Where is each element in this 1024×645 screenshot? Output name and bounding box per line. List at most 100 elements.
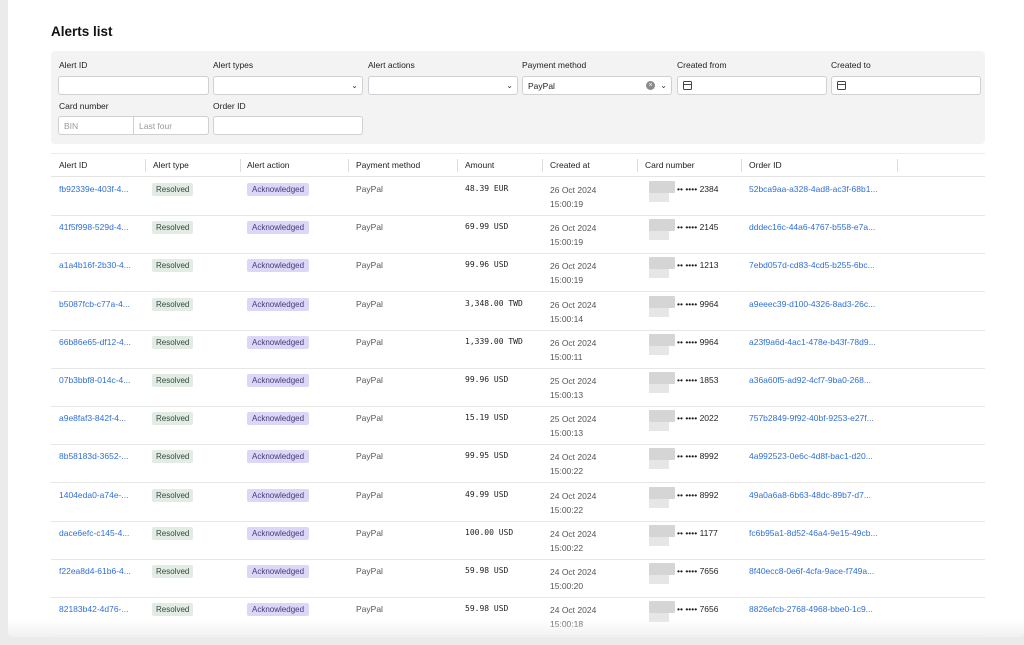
created-from-label: Created from <box>677 60 727 70</box>
alert-type-badge: Resolved <box>152 565 194 578</box>
table-row[interactable]: 1404eda0-a74e-... Resolved Acknowledged Pay… <box>51 484 985 522</box>
alert-id-link[interactable]: a9e8faf3-842f-4... <box>59 413 126 423</box>
payment-method-select[interactable]: PayPal × ⌄ <box>522 76 672 95</box>
column-header[interactable]: Alert ID <box>59 160 87 170</box>
card-brand-redacted <box>649 193 669 202</box>
alert-id-link[interactable]: 1404eda0-a74e-... <box>59 490 128 500</box>
created-date: 24 Oct 2024 <box>550 452 597 463</box>
table-row[interactable]: f22ea8d4-61b6-4... Resolved Acknowledged Pa… <box>51 560 985 598</box>
column-divider[interactable] <box>145 159 146 172</box>
column-divider[interactable] <box>637 159 638 172</box>
created-date: 24 Oct 2024 <box>550 605 597 616</box>
order-id-link[interactable]: 757b2849-9f92-40bf-9253-e27f... <box>749 413 874 423</box>
alert-action-badge: Acknowledged <box>247 488 310 502</box>
alert-actions-select[interactable]: ⌄ <box>368 76 518 95</box>
column-divider[interactable] <box>240 159 241 172</box>
table-row[interactable]: 8b58183d-3652-... Resolved Acknowledged Pay… <box>51 445 985 484</box>
bin-input[interactable]: BIN <box>58 116 134 135</box>
alert-id-link[interactable]: 41f5f998-529d-4... <box>59 222 128 232</box>
payment-method-cell: PayPal <box>356 489 383 500</box>
alert-id-link[interactable]: f22ea8d4-61b6-4... <box>59 566 131 576</box>
column-header[interactable]: Created at <box>550 160 590 170</box>
payment-method-cell: PayPal <box>356 298 383 309</box>
table-row[interactable]: fb92339e-403f-4... Resolved Acknowledged Pa… <box>51 178 985 216</box>
alert-id-link[interactable]: b5087fcb-c77a-4... <box>59 299 130 309</box>
alert-id-link[interactable]: 07b3bbf8-014c-4... <box>59 375 130 385</box>
alert-type-badge: Resolved <box>152 259 194 273</box>
alert-id-link[interactable]: 8b58183d-3652-... <box>59 451 128 461</box>
alert-id-link[interactable]: fb92339e-403f-4... <box>59 184 128 194</box>
card-number-cell: •• •••• 2022 <box>677 413 719 424</box>
alert-id-link[interactable]: a1a4b16f-2b30-4... <box>59 260 131 270</box>
payment-method-cell: PayPal <box>356 413 383 424</box>
order-id-link[interactable]: 49a0a6a8-6b63-48dc-89b7-d7... <box>749 490 871 500</box>
card-number-cell: •• •••• 8992 <box>677 451 719 462</box>
order-id-input[interactable] <box>213 116 363 135</box>
amount-cell: 99.96 USD <box>465 260 509 270</box>
table-row[interactable]: 41f5f998-529d-4... Resolved Acknowledged Pa… <box>51 216 985 255</box>
table-row[interactable]: dace6efc-c145-4... Resolved Acknowledged Pa… <box>51 522 985 560</box>
alert-id-link[interactable]: 66b86e65-df12-4... <box>59 337 131 347</box>
alert-id-link[interactable]: 82183b42-4d76-... <box>59 604 128 614</box>
column-header[interactable]: Alert type <box>153 160 189 170</box>
table-row[interactable]: 66b86e65-df12-4... Resolved Acknowledged Pa… <box>51 331 985 369</box>
column-header[interactable]: Payment method <box>356 160 420 170</box>
created-date: 24 Oct 2024 <box>550 528 597 539</box>
created-at-cell: 26 Oct 2024 15:00:19 <box>550 221 596 249</box>
amount-cell: 48.39 EUR <box>465 184 509 193</box>
table-row[interactable]: a9e8faf3-842f-4... Resolved Acknowledged Pa… <box>51 407 985 446</box>
column-header[interactable]: Order ID <box>749 160 782 170</box>
payment-method-cell: PayPal <box>356 527 383 538</box>
bin-placeholder: BIN <box>64 120 79 131</box>
column-header[interactable]: Amount <box>465 160 494 170</box>
payment-method-cell: PayPal <box>356 451 383 462</box>
order-id-link[interactable]: fc6b95a1-8d52-46a4-9e15-49cb... <box>749 528 878 538</box>
order-id-link[interactable]: 4a992523-0e6c-4d8f-bac1-d20... <box>749 451 873 461</box>
alert-id-input[interactable] <box>58 76 209 95</box>
order-id-link[interactable]: a23f9a6d-4ac1-478e-b43f-78d9... <box>749 337 876 347</box>
card-number-cell: •• •••• 7656 <box>677 604 719 615</box>
column-divider[interactable] <box>897 159 898 172</box>
column-divider[interactable] <box>348 159 349 172</box>
alert-types-select[interactable]: ⌄ <box>213 76 363 95</box>
column-divider[interactable] <box>542 159 543 172</box>
card-number-cell: •• •••• 9964 <box>677 298 719 309</box>
order-id-link[interactable]: 8f40ecc8-0e6f-4cfa-9ace-f749a... <box>749 566 874 576</box>
created-to-date-input[interactable] <box>831 76 981 95</box>
last-four-input[interactable]: Last four <box>133 116 209 135</box>
card-brand-redacted <box>649 422 669 432</box>
table-header: Alert ID Alert type Alert action Payment… <box>51 153 985 177</box>
order-id-link[interactable]: dddec16c-44a6-4767-b558-e7a... <box>749 222 875 232</box>
table-row[interactable]: b5087fcb-c77a-4... Resolved Acknowledged Pa… <box>51 293 985 331</box>
calendar-icon <box>837 81 846 90</box>
order-id-link[interactable]: a36a60f5-ad92-4cf7-9ba0-268... <box>749 375 871 385</box>
alert-id-link[interactable]: dace6efc-c145-4... <box>59 528 129 538</box>
order-id-link[interactable]: 8826efcb-2768-4968-bbe0-1c9... <box>749 604 873 614</box>
card-brand-redacted <box>649 219 675 232</box>
column-divider[interactable] <box>741 159 742 172</box>
table-row[interactable]: 07b3bbf8-014c-4... Resolved Acknowledged Pa… <box>51 369 985 407</box>
card-brand-redacted <box>649 536 669 546</box>
amount-cell: 15.19 USD <box>465 413 509 423</box>
order-id-link[interactable]: 7ebd057d-cd83-4cd5-b255-6bc... <box>749 260 875 270</box>
scroll-fade <box>8 619 1024 637</box>
card-brand-redacted <box>649 307 669 317</box>
column-divider[interactable] <box>457 159 458 172</box>
chevron-down-icon: ⌄ <box>660 81 667 90</box>
created-date: 26 Oct 2024 <box>550 299 597 310</box>
card-number-cell: •• •••• 1213 <box>677 260 719 271</box>
created-from-date-input[interactable] <box>677 76 827 95</box>
alert-type-badge: Resolved <box>152 488 194 502</box>
order-id-link[interactable]: a9eeec39-d100-4326-8ad3-26c... <box>749 299 875 309</box>
card-number-cell: •• •••• 7656 <box>677 566 719 576</box>
alert-action-badge: Acknowledged <box>247 221 310 235</box>
clear-icon[interactable]: × <box>646 81 655 90</box>
alert-type-badge: Resolved <box>152 603 194 617</box>
column-header[interactable]: Card number <box>645 160 695 170</box>
column-header[interactable]: Alert action <box>247 160 290 170</box>
table-row[interactable]: a1a4b16f-2b30-4... Resolved Acknowledged Pa… <box>51 254 985 293</box>
alerts-page: Alerts list Alert ID Alert types ⌄ Alert… <box>8 0 1024 637</box>
created-time: 15:00:22 <box>550 466 584 477</box>
last-four-placeholder: Last four <box>139 120 173 131</box>
order-id-link[interactable]: 52bca9aa-a328-4ad8-ac3f-68b1... <box>749 184 878 194</box>
